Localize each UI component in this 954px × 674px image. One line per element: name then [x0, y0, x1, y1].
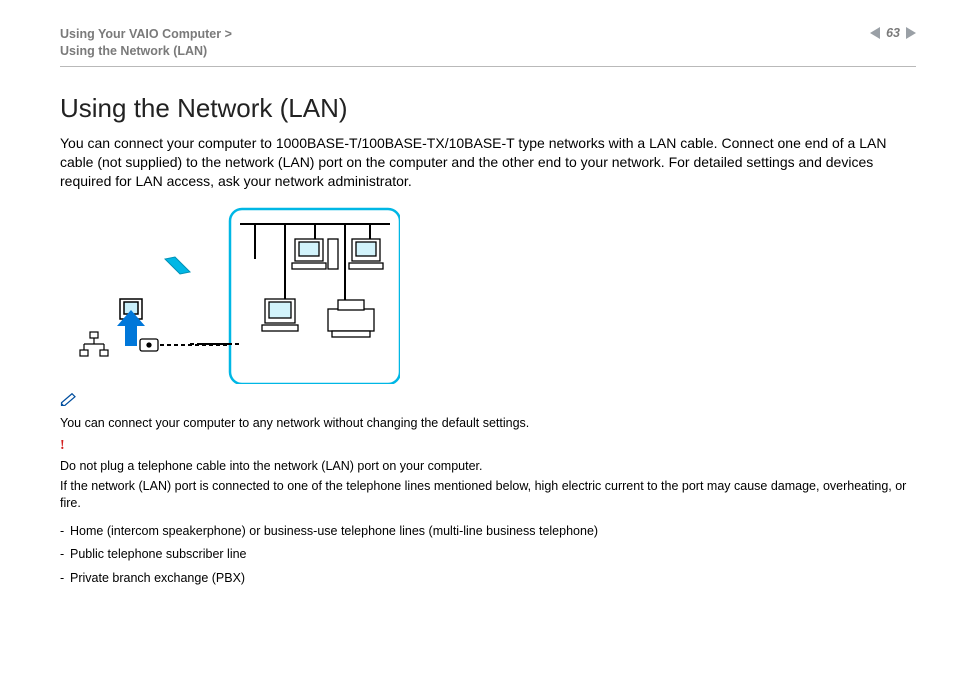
list-item-text: Home (intercom speakerphone) or business… — [70, 524, 598, 538]
warning-line1: Do not plug a telephone cable into the n… — [60, 458, 916, 476]
page-nav: 63 — [870, 26, 916, 40]
warning-exclamation-icon: ! — [60, 439, 65, 453]
list-item-text: Public telephone subscriber line — [70, 547, 247, 561]
warning-block: ! Do not plug a telephone cable into the… — [60, 439, 916, 513]
breadcrumb: Using Your VAIO Computer > Using the Net… — [60, 26, 232, 60]
intro-paragraph: You can connect your computer to 1000BAS… — [60, 134, 916, 192]
page-content: Using the Network (LAN) You can connect … — [60, 93, 916, 587]
note-pencil-icon — [60, 392, 78, 412]
breadcrumb-line1: Using Your VAIO Computer > — [60, 26, 232, 43]
list-item-text: Private branch exchange (PBX) — [70, 571, 245, 585]
page-number: 63 — [886, 26, 900, 40]
breadcrumb-line2: Using the Network (LAN) — [60, 43, 232, 60]
list-item: -Private branch exchange (PBX) — [60, 570, 916, 588]
next-page-arrow-icon[interactable] — [906, 27, 916, 39]
note-block: You can connect your computer to any net… — [60, 392, 916, 433]
page-header: Using Your VAIO Computer > Using the Net… — [60, 26, 916, 67]
list-item: -Public telephone subscriber line — [60, 546, 916, 564]
lan-diagram — [70, 204, 400, 384]
page-title: Using the Network (LAN) — [60, 93, 916, 124]
note-text: You can connect your computer to any net… — [60, 415, 916, 433]
bullet-list: -Home (intercom speakerphone) or busines… — [60, 523, 916, 588]
document-page: Using Your VAIO Computer > Using the Net… — [0, 0, 954, 674]
warning-line2: If the network (LAN) port is connected t… — [60, 478, 916, 513]
list-item: -Home (intercom speakerphone) or busines… — [60, 523, 916, 541]
prev-page-arrow-icon[interactable] — [870, 27, 880, 39]
